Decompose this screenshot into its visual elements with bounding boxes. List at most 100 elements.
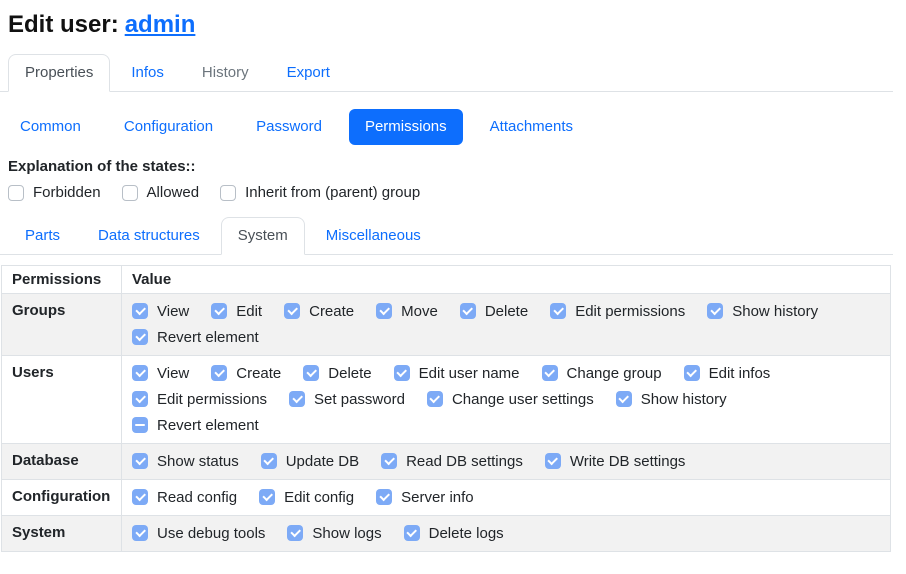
view-checkbox[interactable] bbox=[132, 365, 148, 381]
forbidden-checkbox[interactable] bbox=[8, 185, 24, 201]
perm-users-change-user-settings[interactable]: Change user settings bbox=[427, 391, 594, 408]
perm-configuration-edit-config[interactable]: Edit config bbox=[259, 489, 354, 506]
checkbox-label: Change user settings bbox=[452, 391, 594, 408]
show-logs-checkbox[interactable] bbox=[287, 525, 303, 541]
perm-groups-revert-element[interactable]: Revert element bbox=[132, 329, 259, 346]
edit-user-name-checkbox[interactable] bbox=[394, 365, 410, 381]
perm-users-edit-permissions[interactable]: Edit permissions bbox=[132, 391, 267, 408]
edit-user-link[interactable]: admin bbox=[125, 11, 196, 38]
checkbox-label: Edit infos bbox=[709, 365, 771, 382]
perm-database-show-status[interactable]: Show status bbox=[132, 453, 239, 470]
change-group-checkbox[interactable] bbox=[542, 365, 558, 381]
edit-infos-checkbox[interactable] bbox=[684, 365, 700, 381]
update-db-checkbox[interactable] bbox=[261, 453, 277, 469]
table-header-row: Permissions Value bbox=[2, 266, 891, 294]
perm-database-update-db[interactable]: Update DB bbox=[261, 453, 359, 470]
subtab-attachments[interactable]: Attachments bbox=[474, 109, 589, 145]
states-legend: Forbidden Allowed Inherit from (parent) gr… bbox=[8, 184, 906, 201]
revert-element-checkbox[interactable] bbox=[132, 417, 148, 433]
subtab-password[interactable]: Password bbox=[240, 109, 338, 145]
perm-users-create[interactable]: Create bbox=[211, 365, 281, 382]
server-info-checkbox[interactable] bbox=[376, 489, 392, 505]
permission-category-tab-bar: PartsData structuresSystemMiscellaneous bbox=[0, 217, 893, 255]
permission-values: Use debug tools Show logs Delete logs bbox=[122, 516, 891, 552]
set-password-checkbox[interactable] bbox=[289, 391, 305, 407]
create-checkbox[interactable] bbox=[284, 303, 300, 319]
change-user-settings-checkbox[interactable] bbox=[427, 391, 443, 407]
permtab-miscellaneous[interactable]: Miscellaneous bbox=[309, 217, 438, 255]
legend-item-inherit-from-parent-group[interactable]: Inherit from (parent) group bbox=[220, 184, 420, 201]
legend-item-forbidden[interactable]: Forbidden bbox=[8, 184, 101, 201]
perm-groups-delete[interactable]: Delete bbox=[460, 303, 528, 320]
delete-checkbox[interactable] bbox=[460, 303, 476, 319]
revert-element-checkbox[interactable] bbox=[132, 329, 148, 345]
permission-category: Groups bbox=[2, 294, 122, 356]
edit-checkbox[interactable] bbox=[211, 303, 227, 319]
checkbox-label: Allowed bbox=[147, 184, 200, 201]
perm-groups-create[interactable]: Create bbox=[284, 303, 354, 320]
checkbox-label: View bbox=[157, 303, 189, 320]
tab-export[interactable]: Export bbox=[270, 54, 347, 92]
checkbox-label: Edit user name bbox=[419, 365, 520, 382]
move-checkbox[interactable] bbox=[376, 303, 392, 319]
show-status-checkbox[interactable] bbox=[132, 453, 148, 469]
perm-system-use-debug-tools[interactable]: Use debug tools bbox=[132, 525, 265, 542]
perm-groups-show-history[interactable]: Show history bbox=[707, 303, 818, 320]
perm-groups-view[interactable]: View bbox=[132, 303, 189, 320]
perm-users-edit-infos[interactable]: Edit infos bbox=[684, 365, 771, 382]
tab-history: History bbox=[185, 54, 266, 92]
checkbox-label: Delete logs bbox=[429, 525, 504, 542]
permtab-parts[interactable]: Parts bbox=[8, 217, 77, 255]
permtab-data-structures[interactable]: Data structures bbox=[81, 217, 217, 255]
allowed-checkbox[interactable] bbox=[122, 185, 138, 201]
checkbox-label: Read DB settings bbox=[406, 453, 523, 470]
legend-item-allowed[interactable]: Allowed bbox=[122, 184, 200, 201]
inherit-from-parent-group-checkbox[interactable] bbox=[220, 185, 236, 201]
perm-database-read-db-settings[interactable]: Read DB settings bbox=[381, 453, 523, 470]
checkbox-label: Revert element bbox=[157, 329, 259, 346]
checkbox-label: Edit bbox=[236, 303, 262, 320]
perm-configuration-read-config[interactable]: Read config bbox=[132, 489, 237, 506]
write-db-settings-checkbox[interactable] bbox=[545, 453, 561, 469]
subtab-common[interactable]: Common bbox=[4, 109, 97, 145]
perm-groups-edit-permissions[interactable]: Edit permissions bbox=[550, 303, 685, 320]
use-debug-tools-checkbox[interactable] bbox=[132, 525, 148, 541]
permission-row: ConfigurationRead configEdit configServe… bbox=[2, 480, 891, 516]
page-title-text: Edit user: bbox=[8, 11, 119, 38]
perm-users-change-group[interactable]: Change group bbox=[542, 365, 662, 382]
perm-users-set-password[interactable]: Set password bbox=[289, 391, 405, 408]
perm-users-edit-user-name[interactable]: Edit user name bbox=[394, 365, 520, 382]
value-line: Read config Edit config Server info bbox=[132, 484, 880, 510]
permission-values: Read config Edit config Server info bbox=[122, 480, 891, 516]
perm-users-show-history[interactable]: Show history bbox=[616, 391, 727, 408]
create-checkbox[interactable] bbox=[211, 365, 227, 381]
perm-users-delete[interactable]: Delete bbox=[303, 365, 371, 382]
checkbox-label: View bbox=[157, 365, 189, 382]
permission-row: DatabaseShow statusUpdate DBRead DB sett… bbox=[2, 444, 891, 480]
edit-permissions-checkbox[interactable] bbox=[132, 391, 148, 407]
tab-infos[interactable]: Infos bbox=[114, 54, 181, 92]
subtab-configuration[interactable]: Configuration bbox=[108, 109, 229, 145]
delete-checkbox[interactable] bbox=[303, 365, 319, 381]
perm-configuration-server-info[interactable]: Server info bbox=[376, 489, 474, 506]
perm-system-delete-logs[interactable]: Delete logs bbox=[404, 525, 504, 542]
show-history-checkbox[interactable] bbox=[707, 303, 723, 319]
subtab-permissions[interactable]: Permissions bbox=[349, 109, 463, 145]
show-history-checkbox[interactable] bbox=[616, 391, 632, 407]
read-config-checkbox[interactable] bbox=[132, 489, 148, 505]
permtab-system[interactable]: System bbox=[221, 217, 305, 255]
perm-users-view[interactable]: View bbox=[132, 365, 189, 382]
read-db-settings-checkbox[interactable] bbox=[381, 453, 397, 469]
delete-logs-checkbox[interactable] bbox=[404, 525, 420, 541]
view-checkbox[interactable] bbox=[132, 303, 148, 319]
perm-groups-move[interactable]: Move bbox=[376, 303, 438, 320]
perm-database-write-db-settings[interactable]: Write DB settings bbox=[545, 453, 686, 470]
permission-row: SystemUse debug toolsShow logsDelete log… bbox=[2, 516, 891, 552]
perm-groups-edit[interactable]: Edit bbox=[211, 303, 262, 320]
perm-users-revert-element[interactable]: Revert element bbox=[132, 417, 259, 434]
states-explanation-heading: Explanation of the states:: bbox=[8, 158, 906, 175]
perm-system-show-logs[interactable]: Show logs bbox=[287, 525, 381, 542]
edit-permissions-checkbox[interactable] bbox=[550, 303, 566, 319]
tab-properties[interactable]: Properties bbox=[8, 54, 110, 92]
edit-config-checkbox[interactable] bbox=[259, 489, 275, 505]
